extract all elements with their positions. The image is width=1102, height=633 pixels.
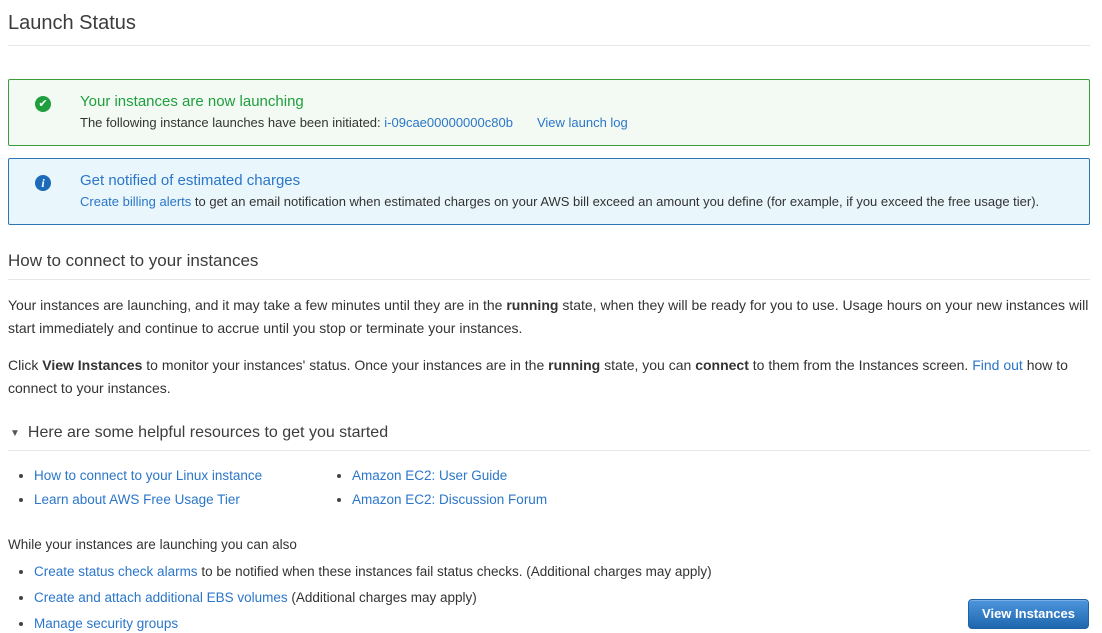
page-title: Launch Status bbox=[8, 10, 1090, 46]
success-banner-title: Your instances are now launching bbox=[80, 93, 304, 110]
list-item: Create and attach additional EBS volumes… bbox=[34, 590, 1090, 605]
info-banner-message: Create billing alerts to get an email no… bbox=[80, 194, 1039, 209]
resource-links-col2: Amazon EC2: User Guide Amazon EC2: Discu… bbox=[326, 459, 547, 507]
ebs-volumes-text: (Additional charges may apply) bbox=[287, 590, 477, 605]
launching-action-list: Create status check alarms to be notifie… bbox=[8, 564, 1090, 631]
success-banner-body: Your instances are now launching The fol… bbox=[80, 93, 628, 130]
free-usage-tier-link[interactable]: Learn about AWS Free Usage Tier bbox=[34, 492, 240, 507]
connect-paragraph-1: Your instances are launching, and it may… bbox=[8, 294, 1090, 340]
p2-bold-running: running bbox=[548, 357, 601, 373]
success-message-prefix: The following instance launches have bee… bbox=[80, 115, 385, 130]
create-status-check-alarms-link[interactable]: Create status check alarms bbox=[34, 564, 198, 579]
p1-bold-running: running bbox=[506, 297, 559, 313]
p1-text-a: Your instances are launching, and it may… bbox=[8, 297, 507, 313]
resource-links-col1: How to connect to your Linux instance Le… bbox=[8, 459, 326, 507]
list-item: Amazon EC2: Discussion Forum bbox=[352, 493, 547, 507]
info-circle-icon: i bbox=[35, 175, 51, 191]
info-banner-body: Get notified of estimated charges Create… bbox=[80, 172, 1039, 209]
connect-linux-instance-link[interactable]: How to connect to your Linux instance bbox=[34, 468, 262, 483]
list-item: Manage security groups bbox=[34, 616, 1090, 631]
p2-text-d: to them from the Instances screen. bbox=[748, 357, 973, 373]
status-check-alarms-text: to be notified when these instances fail… bbox=[197, 564, 712, 579]
success-banner-message: The following instance launches have bee… bbox=[80, 115, 628, 130]
info-banner: i Get notified of estimated charges Crea… bbox=[8, 158, 1090, 225]
resource-links: How to connect to your Linux instance Le… bbox=[8, 459, 1090, 507]
info-banner-title: Get notified of estimated charges bbox=[80, 172, 301, 189]
list-item: How to connect to your Linux instance bbox=[34, 469, 326, 483]
list-item: Create status check alarms to be notifie… bbox=[34, 564, 1090, 579]
create-billing-alerts-link[interactable]: Create billing alerts bbox=[80, 194, 191, 209]
list-item: Amazon EC2: User Guide bbox=[352, 469, 547, 483]
p2-text-c: state, you can bbox=[600, 357, 696, 373]
create-ebs-volumes-link[interactable]: Create and attach additional EBS volumes bbox=[34, 590, 288, 605]
connect-section-heading: How to connect to your instances bbox=[8, 251, 1090, 280]
connect-paragraph-2: Click View Instances to monitor your ins… bbox=[8, 354, 1090, 400]
resources-section-heading[interactable]: ▼ Here are some helpful resources to get … bbox=[8, 424, 1090, 451]
info-message-text: to get an email notification when estima… bbox=[191, 194, 1040, 209]
p2-text-a: Click bbox=[8, 357, 43, 373]
resources-heading-label: Here are some helpful resources to get y… bbox=[27, 424, 389, 441]
view-launch-log-link[interactable]: View launch log bbox=[537, 115, 628, 130]
launching-intro-text: While your instances are launching you c… bbox=[8, 537, 297, 552]
p2-bold-view-instances: View Instances bbox=[42, 357, 143, 373]
ec2-discussion-forum-link[interactable]: Amazon EC2: Discussion Forum bbox=[352, 492, 547, 507]
find-out-link[interactable]: Find out bbox=[972, 357, 1023, 373]
ec2-user-guide-link[interactable]: Amazon EC2: User Guide bbox=[352, 468, 507, 483]
instance-id-link[interactable]: i-09cae00000000c80b bbox=[384, 115, 513, 130]
view-instances-button[interactable]: View Instances bbox=[968, 599, 1089, 629]
triangle-down-icon: ▼ bbox=[10, 427, 20, 439]
list-item: Learn about AWS Free Usage Tier bbox=[34, 493, 326, 507]
manage-security-groups-link[interactable]: Manage security groups bbox=[34, 616, 178, 631]
p2-text-b: to monitor your instances' status. Once … bbox=[142, 357, 549, 373]
check-circle-icon: ✔ bbox=[35, 96, 51, 112]
launch-status-page: Launch Status ✔ Your instances are now l… bbox=[0, 0, 1102, 633]
success-banner: ✔ Your instances are now launching The f… bbox=[8, 79, 1090, 146]
p2-bold-connect: connect bbox=[695, 357, 749, 373]
